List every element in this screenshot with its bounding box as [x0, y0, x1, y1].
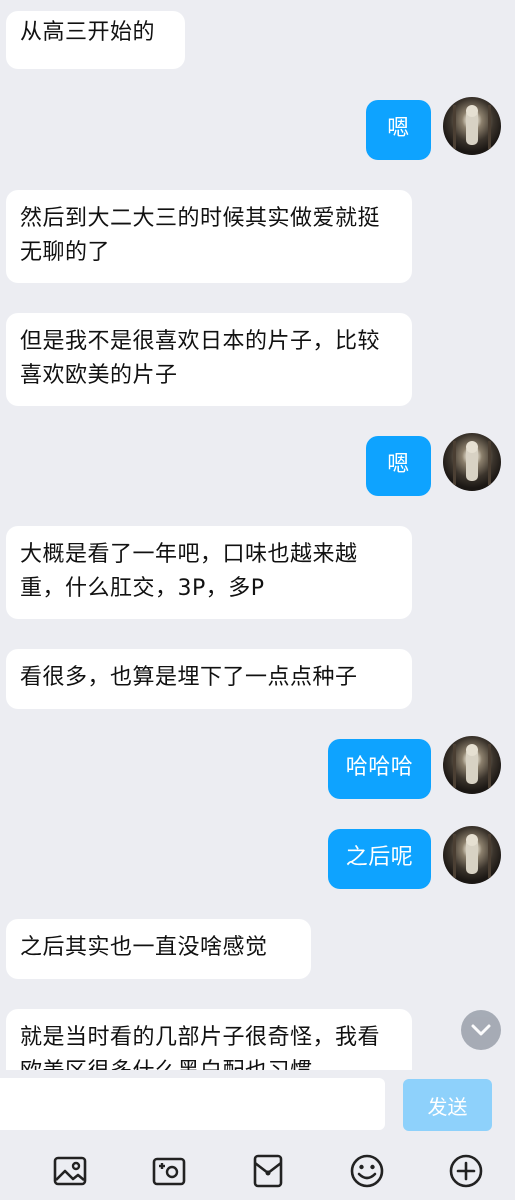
- send-button[interactable]: 发送: [403, 1079, 492, 1131]
- message-bubble[interactable]: 哈哈哈: [328, 739, 431, 799]
- chevron-down-icon: [471, 1024, 491, 1036]
- message-bubble[interactable]: 但是我不是很喜欢日本的片子，比较喜欢欧美的片子: [6, 313, 412, 406]
- message-bubble[interactable]: 看很多，也算是埋下了一点点种子: [6, 649, 412, 709]
- camera-icon[interactable]: [151, 1153, 187, 1189]
- message-bubble[interactable]: 然后到大二大三的时候其实做爱就挺无聊的了: [6, 190, 412, 283]
- message-input[interactable]: [0, 1078, 385, 1130]
- chat-area[interactable]: 从高三开始的 嗯 然后到大二大三的时候其实做爱就挺无聊的了 但是我不是很喜欢日本…: [0, 0, 515, 1070]
- avatar[interactable]: [443, 97, 501, 155]
- message-bubble[interactable]: 就是当时看的几部片子很奇怪，我看欧美区很多什么黑白配也习惯: [6, 1009, 412, 1070]
- input-bar: 发送: [0, 1070, 515, 1140]
- message-bubble[interactable]: 之后其实也一直没啥感觉: [6, 919, 311, 979]
- message-bubble[interactable]: 大概是看了一年吧，口味也越来越重，什么肛交，3P，多P: [6, 526, 412, 619]
- message-bubble[interactable]: 嗯: [366, 436, 431, 496]
- message-bubble[interactable]: 从高三开始的: [6, 11, 185, 69]
- avatar[interactable]: [443, 736, 501, 794]
- red-packet-icon[interactable]: [250, 1153, 286, 1189]
- message-bubble[interactable]: 嗯: [366, 100, 431, 160]
- plus-icon[interactable]: [448, 1153, 484, 1189]
- message-bubble[interactable]: 之后呢: [328, 829, 431, 889]
- image-icon[interactable]: [52, 1153, 88, 1189]
- avatar[interactable]: [443, 826, 501, 884]
- scroll-to-bottom-button[interactable]: [461, 1010, 501, 1050]
- avatar[interactable]: [443, 433, 501, 491]
- toolbar: [0, 1140, 515, 1200]
- emoji-icon[interactable]: [349, 1153, 385, 1189]
